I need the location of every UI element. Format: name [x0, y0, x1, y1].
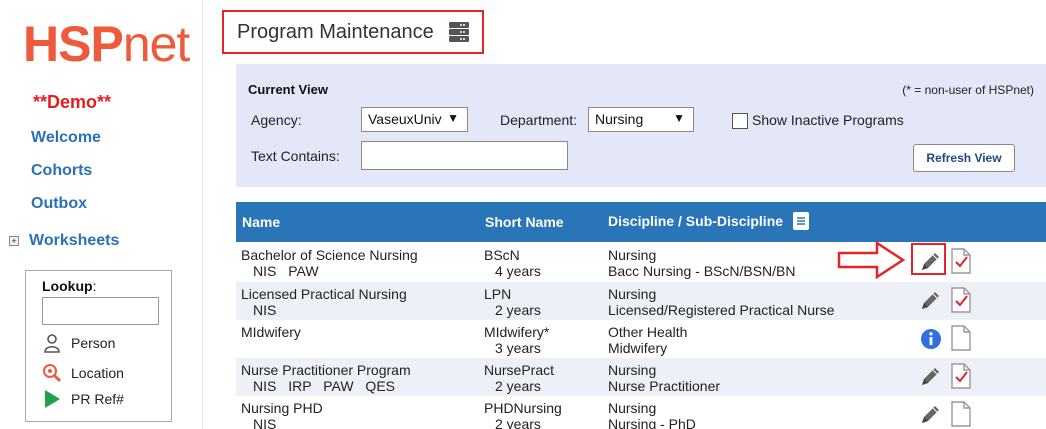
dropdown-arrow-icon: ▼ — [447, 111, 459, 125]
edit-pencil-icon[interactable] — [920, 403, 942, 427]
table-row: MIdwifery MIdwifery* 3 years Other Healt… — [236, 320, 1046, 358]
sidebar: HSPnet **Demo** Welcome Cohorts Outbox +… — [0, 0, 203, 429]
column-header-name[interactable]: Name — [242, 214, 280, 230]
refresh-view-button[interactable]: Refresh View — [913, 144, 1015, 172]
department-select-value: Nursing — [595, 111, 644, 127]
blank-document-icon[interactable] — [951, 325, 971, 351]
checked-document-icon[interactable] — [951, 363, 971, 389]
lookup-input[interactable] — [42, 297, 159, 325]
table-row: Nurse Practitioner Program NIS IRP PAW Q… — [236, 358, 1046, 396]
logo-net: net — [122, 16, 191, 72]
show-inactive-label[interactable]: Show Inactive Programs — [752, 112, 904, 128]
program-short-name: MIdwifery* — [484, 324, 550, 340]
demo-label: **Demo** — [33, 92, 112, 112]
program-tags: NIS IRP PAW QES — [253, 378, 395, 394]
lookup-person-link[interactable]: Person — [42, 333, 115, 353]
lookup-panel: Lookup: Person Location PR Ref# — [25, 270, 172, 422]
program-name: Licensed Practical Nursing — [241, 286, 407, 302]
location-search-icon — [42, 363, 62, 383]
program-years: 2 years — [495, 302, 541, 318]
lookup-prref-label: PR Ref# — [71, 391, 124, 407]
lookup-label-colon: : — [92, 278, 97, 294]
programs-table-header: Name Short Name Discipline / Sub-Discipl… — [236, 202, 1046, 242]
show-inactive-checkbox[interactable] — [732, 113, 748, 129]
checked-document-icon[interactable] — [951, 248, 971, 274]
program-years: 4 years — [495, 263, 541, 279]
column-header-discipline[interactable]: Discipline / Sub-Discipline — [608, 213, 783, 229]
lookup-location-link[interactable]: Location — [42, 363, 124, 383]
program-discipline: Nursing — [608, 286, 657, 302]
edit-pencil-icon[interactable] — [920, 365, 942, 389]
lookup-label: Lookup: — [42, 278, 96, 294]
nav-worksheets[interactable]: + Worksheets — [9, 232, 119, 250]
arrow-right-icon — [837, 240, 906, 280]
program-short-name: NursePract — [484, 362, 555, 378]
blank-document-icon[interactable] — [951, 401, 971, 427]
program-discipline: Nursing — [608, 362, 657, 378]
document-icon[interactable] — [793, 212, 810, 230]
nav-worksheets-link[interactable]: Worksheets — [29, 232, 119, 250]
agency-select-value: VaseuxUniv — [368, 111, 442, 127]
program-name: Bachelor of Science Nursing — [241, 247, 418, 263]
hspnet-logo[interactable]: HSPnet — [23, 14, 191, 74]
program-name: Nursing PHD — [241, 400, 323, 416]
text-contains-input[interactable] — [361, 141, 568, 170]
agency-select[interactable]: VaseuxUniv ▼ — [361, 107, 468, 132]
person-icon — [42, 333, 62, 353]
program-tags: NIS — [253, 416, 277, 429]
nav-welcome-link[interactable]: Welcome — [31, 129, 101, 147]
table-row: Nursing PHD NIS PHDNursing 2 years Nursi… — [236, 396, 1046, 429]
program-years: 2 years — [495, 378, 541, 394]
logo-hsp: HSP — [23, 16, 124, 72]
play-icon — [42, 389, 62, 409]
program-years: 3 years — [495, 340, 541, 356]
checked-document-icon[interactable] — [951, 287, 971, 313]
program-discipline: Nursing — [608, 247, 657, 263]
lookup-label-text: Lookup — [42, 278, 93, 294]
nav-cohorts-link[interactable]: Cohorts — [31, 162, 92, 180]
table-row: Licensed Practical Nursing NIS LPN 2 yea… — [236, 282, 1046, 320]
edit-highlight-box — [911, 243, 946, 275]
program-short-name: PHDNursing — [484, 400, 562, 416]
program-sub-discipline: Licensed/Registered Practical Nurse — [608, 302, 835, 318]
program-short-name: BScN — [484, 247, 520, 263]
edit-pencil-icon[interactable] — [920, 289, 942, 313]
program-short-name: LPN — [484, 286, 512, 302]
nav-outbox-link[interactable]: Outbox — [31, 195, 87, 213]
program-name: MIdwifery — [241, 324, 301, 340]
department-select[interactable]: Nursing ▼ — [588, 107, 694, 132]
program-years: 2 years — [495, 416, 541, 429]
page-title: Program Maintenance — [237, 20, 434, 43]
department-label: Department: — [500, 112, 578, 128]
lookup-person-label: Person — [71, 335, 116, 351]
program-tags: NIS PAW — [253, 263, 319, 279]
program-sub-discipline: Bacc Nursing - BScN/BSN/BN — [608, 263, 796, 279]
agency-label: Agency: — [251, 112, 302, 128]
program-name: Nurse Practitioner Program — [241, 362, 411, 378]
program-discipline: Nursing — [608, 400, 657, 416]
info-icon[interactable] — [920, 327, 942, 351]
lookup-location-label: Location — [71, 365, 124, 381]
current-view-panel: Current View (* = non-user of HSPnet) Ag… — [236, 64, 1046, 187]
program-sub-discipline: Nursing - PhD — [608, 416, 696, 429]
column-header-short-name[interactable]: Short Name — [485, 214, 564, 230]
expand-plus-icon[interactable]: + — [9, 236, 19, 246]
lookup-prref-link[interactable]: PR Ref# — [42, 389, 124, 409]
non-user-note: (* = non-user of HSPnet) — [902, 83, 1034, 97]
text-contains-label: Text Contains: — [251, 148, 340, 164]
program-discipline: Other Health — [608, 324, 688, 340]
program-sub-discipline: Nurse Practitioner — [608, 378, 721, 394]
current-view-title: Current View — [248, 82, 328, 97]
program-tags: NIS — [253, 302, 277, 318]
column-header-discipline-wrap: Discipline / Sub-Discipline — [608, 212, 810, 230]
dropdown-arrow-icon: ▼ — [673, 111, 685, 125]
server-icon[interactable] — [448, 21, 470, 43]
page-title-box: Program Maintenance — [222, 10, 484, 54]
program-sub-discipline: Midwifery — [608, 340, 668, 356]
